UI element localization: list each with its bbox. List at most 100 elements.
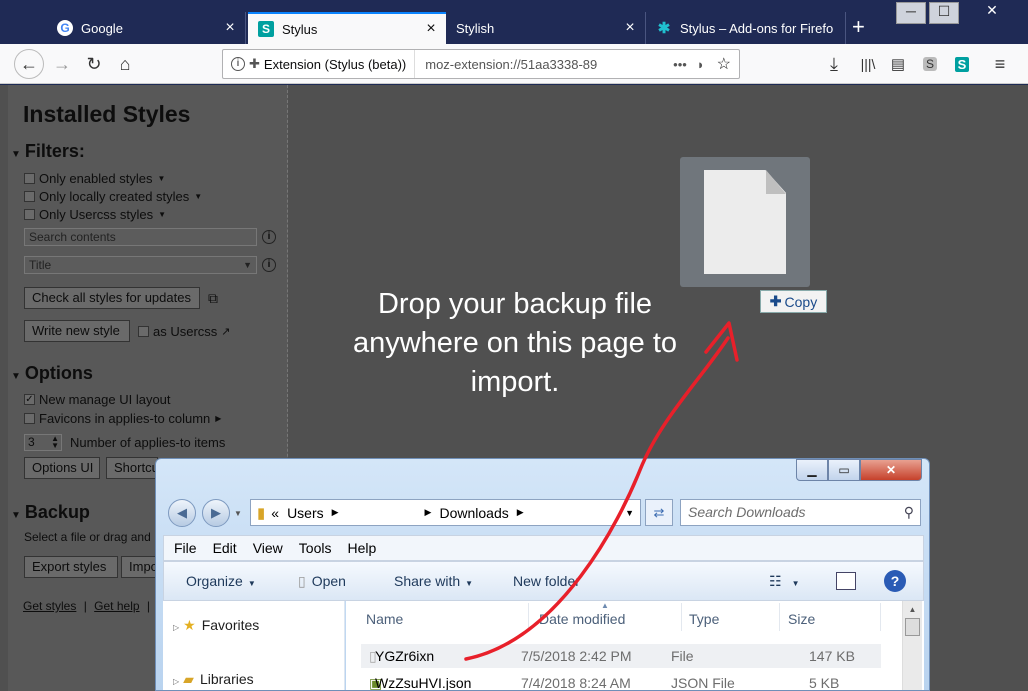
new-folder-button[interactable]: New folder <box>513 573 580 589</box>
checkbox[interactable] <box>24 209 35 220</box>
column-name[interactable]: Name <box>366 611 403 627</box>
checkbox[interactable] <box>24 173 35 184</box>
explorer-forward-icon[interactable]: ▶ <box>202 499 230 527</box>
external-link-icon[interactable]: ↗ <box>221 325 230 338</box>
applies-count-stepper[interactable]: 3 ▲ ▼ <box>24 434 62 451</box>
shortcuts-button[interactable]: Shortcu <box>106 457 158 479</box>
chevron-right-icon[interactable]: ▶ <box>425 507 432 518</box>
chevron-right-icon[interactable]: ▶ <box>517 507 524 518</box>
address-dropdown-icon[interactable]: ▼ <box>625 508 634 518</box>
chevron-right-icon[interactable]: ▶ <box>332 507 339 518</box>
open-button[interactable]: ▯ Open <box>298 573 346 590</box>
stepper-arrows-icon[interactable]: ▲ ▼ <box>51 435 59 450</box>
downloads-icon[interactable]: ⤓ <box>822 52 846 76</box>
menu-help[interactable]: Help <box>347 540 376 556</box>
close-tab-icon[interactable]: × <box>621 19 639 37</box>
close-tab-icon[interactable]: × <box>221 19 239 37</box>
menu-edit[interactable]: Edit <box>213 540 237 556</box>
file-row[interactable]: ▯ YGZr6ixn 7/5/2018 2:42 PM File 147 KB <box>361 644 881 668</box>
file-list-scrollbar[interactable]: ▲ <box>902 601 922 690</box>
option-favicons[interactable]: Favicons in applies-to column ▶ <box>24 411 221 426</box>
filter-local[interactable]: Only locally created styles ▼ <box>24 189 202 204</box>
column-date-modified[interactable]: Date modified <box>539 611 625 627</box>
explorer-back-icon[interactable]: ◀ <box>168 499 196 527</box>
file-explorer-window[interactable]: ▁ ▭ ✕ ◀ ▶ ▼ ▮ « Users ▶ ▶ Downloads ▶ ▼ … <box>155 458 930 691</box>
options-heading[interactable]: ▼ Options <box>11 363 93 384</box>
search-icon[interactable]: ⚲ <box>904 500 914 525</box>
bookmark-star-icon[interactable]: ☆ <box>717 54 731 74</box>
caret-right-icon[interactable]: ▶ <box>215 414 221 423</box>
as-usercss-option[interactable]: as Usercss ↗ <box>138 324 231 339</box>
tab-google[interactable]: G Google × <box>47 12 246 44</box>
explorer-minimize-button[interactable]: ▁ <box>796 459 828 481</box>
explorer-close-button[interactable]: ✕ <box>860 459 922 481</box>
caret-down-icon[interactable]: ▼ <box>158 210 166 219</box>
file-row[interactable]: ▣ WzZsuHVI.json 7/4/2018 8:24 AM JSON Fi… <box>361 671 881 690</box>
breadcrumb-overflow[interactable]: « <box>271 505 279 521</box>
home-icon[interactable]: ⌂ <box>113 52 137 76</box>
refresh-icon[interactable]: ⇄ <box>645 499 673 526</box>
filters-heading[interactable]: ▼ Filters: <box>11 141 85 162</box>
options-ui-button[interactable]: Options UI <box>24 457 100 479</box>
scroll-thumb[interactable] <box>905 618 920 636</box>
check-updates-button[interactable]: Check all styles for updates <box>24 287 200 309</box>
breadcrumb-downloads[interactable]: Downloads <box>439 505 508 521</box>
close-window-button[interactable]: ✕ <box>962 2 1022 24</box>
organize-button[interactable]: Organize ▼ <box>186 573 256 589</box>
sidebar-toggle-icon[interactable]: ▤ <box>886 52 910 76</box>
scroll-up-icon[interactable]: ▲ <box>903 605 922 614</box>
reload-icon[interactable]: ↻ <box>82 52 106 76</box>
page-actions-icon[interactable]: ••• <box>673 57 687 72</box>
forward-icon[interactable]: → <box>50 52 74 76</box>
get-help-link[interactable]: Get help <box>94 599 139 613</box>
view-options-icon[interactable]: ☷ ▼ <box>769 573 799 590</box>
site-identity[interactable]: i ✚ Extension (Stylus (beta)) <box>223 50 416 78</box>
column-type[interactable]: Type <box>689 611 719 627</box>
maximize-button[interactable]: ☐ <box>929 2 959 24</box>
search-downloads-input[interactable]: Search Downloads ⚲ <box>680 499 921 526</box>
preview-pane-icon[interactable] <box>836 572 856 590</box>
explorer-address-bar[interactable]: ▮ « Users ▶ ▶ Downloads ▶ ▼ <box>250 499 641 526</box>
menu-file[interactable]: File <box>174 540 197 556</box>
back-icon[interactable]: ← <box>14 49 44 79</box>
help-icon[interactable]: ? <box>884 570 906 592</box>
expand-arrow-icon[interactable]: ▷ <box>173 623 179 632</box>
stylish-ext-icon[interactable]: S <box>918 52 942 76</box>
checkbox[interactable] <box>138 326 149 337</box>
write-new-style-button[interactable]: Write new style <box>24 320 130 342</box>
menu-view[interactable]: View <box>253 540 283 556</box>
option-new-layout[interactable]: ✓ New manage UI layout <box>24 392 171 407</box>
caret-down-icon[interactable]: ▼ <box>194 192 202 201</box>
checkbox[interactable] <box>24 413 35 424</box>
menu-tools[interactable]: Tools <box>299 540 332 556</box>
expand-arrow-icon[interactable]: ▷ <box>173 677 179 686</box>
stylus-ext-icon[interactable]: S <box>950 52 974 76</box>
menu-icon[interactable]: ≡ <box>988 52 1012 76</box>
export-styles-button[interactable]: Export styles <box>24 556 118 578</box>
sort-select[interactable]: Title ▼ <box>24 256 257 274</box>
caret-down-icon[interactable]: ▼ <box>157 174 165 183</box>
tab-stylish[interactable]: Stylish × <box>446 12 646 44</box>
redacted-user-folder[interactable] <box>346 503 417 522</box>
url-text[interactable]: moz-extension://51aa3338-89 <box>415 57 663 72</box>
filter-enabled[interactable]: Only enabled styles ▼ <box>24 171 165 186</box>
get-styles-link[interactable]: Get styles <box>23 599 76 613</box>
search-contents-input[interactable]: Search contents <box>24 228 257 246</box>
recent-pages-icon[interactable]: ▼ <box>234 509 242 518</box>
info-icon[interactable]: i <box>262 258 276 272</box>
nav-favorites[interactable]: ▷ ★ Favorites <box>173 617 259 634</box>
checkbox-checked[interactable]: ✓ <box>24 394 35 405</box>
tab-addons[interactable]: ✱ Stylus – Add-ons for Firefo <box>646 12 846 44</box>
url-bar[interactable]: i ✚ Extension (Stylus (beta)) moz-extens… <box>222 49 740 79</box>
explorer-maximize-button[interactable]: ▭ <box>828 459 860 481</box>
share-with-button[interactable]: Share with ▼ <box>394 573 473 589</box>
update-history-icon[interactable]: ⧉ <box>208 290 218 307</box>
new-tab-button[interactable]: + <box>852 14 865 40</box>
library-icon[interactable]: |||\ <box>856 52 880 76</box>
checkbox[interactable] <box>24 191 35 202</box>
filter-usercss[interactable]: Only Usercss styles ▼ <box>24 207 166 222</box>
breadcrumb-users[interactable]: Users <box>287 505 324 521</box>
minimize-button[interactable]: ─ <box>896 2 926 24</box>
pocket-icon[interactable]: ◗ <box>697 57 705 72</box>
column-size[interactable]: Size <box>788 611 815 627</box>
